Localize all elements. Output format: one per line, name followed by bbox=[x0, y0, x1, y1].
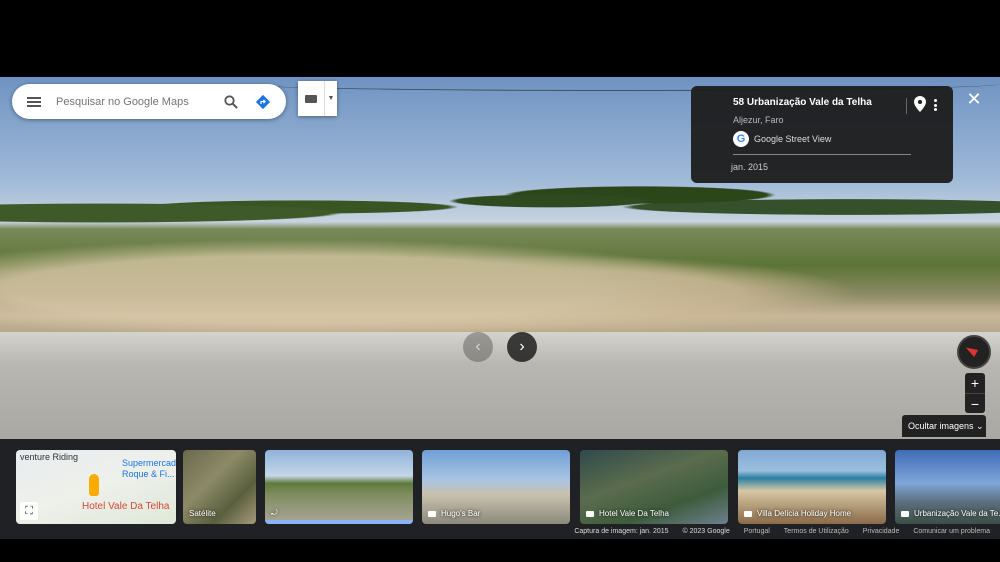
keyboard-icon[interactable] bbox=[298, 81, 324, 116]
copyright: © 2023 Google bbox=[682, 528, 730, 535]
report-link[interactable]: Comunicar um problema bbox=[913, 528, 990, 539]
hide-images-button[interactable]: Ocultar imagens ⌄ bbox=[902, 415, 986, 437]
selected-indicator bbox=[265, 520, 413, 524]
photo-thumbnail[interactable]: Hotel Vale Da Telha bbox=[580, 450, 728, 524]
street-view-thumbnail[interactable]: ⤾ bbox=[265, 450, 413, 524]
photo-label: Urbanização Vale da Te... bbox=[914, 509, 1000, 518]
photo-thumbnail[interactable]: Villa Delícia Holiday Home bbox=[738, 450, 886, 524]
imagery-source: Google Street View bbox=[754, 134, 832, 144]
search-input[interactable] bbox=[56, 95, 216, 108]
close-icon[interactable]: ✕ bbox=[964, 89, 984, 109]
photo-label: Hotel Vale Da Telha bbox=[599, 509, 669, 518]
camera-icon bbox=[901, 510, 909, 517]
photo-thumbnail[interactable]: Urbanização Vale da Te... bbox=[895, 450, 1000, 524]
previous-arrow-button[interactable]: ‹ bbox=[463, 332, 493, 362]
location-subtitle: Aljezur, Faro bbox=[733, 115, 784, 125]
photo-strip: venture Riding Supermercado Roque & Fi..… bbox=[0, 439, 1000, 539]
next-arrow-button[interactable]: › bbox=[507, 332, 537, 362]
terms-link[interactable]: Termos de Utilização bbox=[784, 528, 849, 539]
zoom-out-button[interactable]: − bbox=[965, 393, 985, 413]
pegman-icon bbox=[89, 474, 99, 496]
search-box[interactable] bbox=[12, 84, 286, 119]
photo-thumbnail[interactable]: Hugo's Bar bbox=[422, 450, 570, 524]
chevron-down-icon[interactable]: ▼ bbox=[324, 81, 337, 116]
more-icon[interactable] bbox=[931, 97, 939, 113]
language-link[interactable]: Portugal bbox=[744, 528, 770, 539]
location-info-card: 58 Urbanização Vale da Telha Aljezur, Fa… bbox=[691, 86, 953, 183]
capture-date[interactable]: jan. 2015 bbox=[731, 162, 768, 172]
search-icon[interactable] bbox=[216, 84, 246, 119]
menu-icon[interactable] bbox=[12, 84, 56, 119]
street-view-viewport[interactable]: ▼ 58 Urbanização Vale da Telha Aljezur, … bbox=[0, 77, 1000, 539]
camera-icon bbox=[744, 510, 752, 517]
map-label: Hotel Vale Da Telha bbox=[82, 501, 170, 512]
zoom-in-button[interactable]: + bbox=[965, 373, 985, 393]
camera-icon bbox=[428, 510, 436, 517]
footer: Captura de imagem: jan. 2015 © 2023 Goog… bbox=[0, 528, 1000, 539]
divider bbox=[733, 154, 911, 155]
photo-label: Villa Delícia Holiday Home bbox=[757, 509, 852, 518]
expand-icon[interactable]: ⛶ bbox=[20, 502, 38, 520]
trees bbox=[0, 177, 1000, 237]
map-thumbnail[interactable]: venture Riding Supermercado Roque & Fi..… bbox=[16, 450, 176, 524]
map-label: venture Riding bbox=[20, 452, 79, 462]
location-title[interactable]: 58 Urbanização Vale da Telha bbox=[733, 97, 872, 108]
divider bbox=[906, 98, 907, 114]
photo-label: Hugo's Bar bbox=[441, 509, 481, 518]
google-logo-icon: G bbox=[733, 131, 749, 147]
street-view-icon: ⤾ bbox=[271, 508, 278, 517]
satellite-label: Satélite bbox=[189, 509, 216, 518]
capture-info: Captura de imagem: jan. 2015 bbox=[574, 528, 669, 535]
camera-icon bbox=[586, 510, 594, 517]
pin-icon[interactable] bbox=[914, 96, 926, 114]
keyboard-input-button[interactable]: ▼ bbox=[298, 81, 337, 116]
compass-icon[interactable] bbox=[957, 335, 991, 369]
gravel-road bbox=[0, 332, 1000, 439]
satellite-thumbnail[interactable]: Satélite bbox=[183, 450, 256, 524]
privacy-link[interactable]: Privacidade bbox=[863, 528, 900, 539]
map-label: Supermercado Roque & Fi... bbox=[122, 458, 176, 479]
hide-images-label: Ocultar imagens bbox=[908, 421, 974, 431]
directions-icon[interactable] bbox=[246, 84, 280, 119]
chevron-down-icon: ⌄ bbox=[976, 421, 984, 431]
